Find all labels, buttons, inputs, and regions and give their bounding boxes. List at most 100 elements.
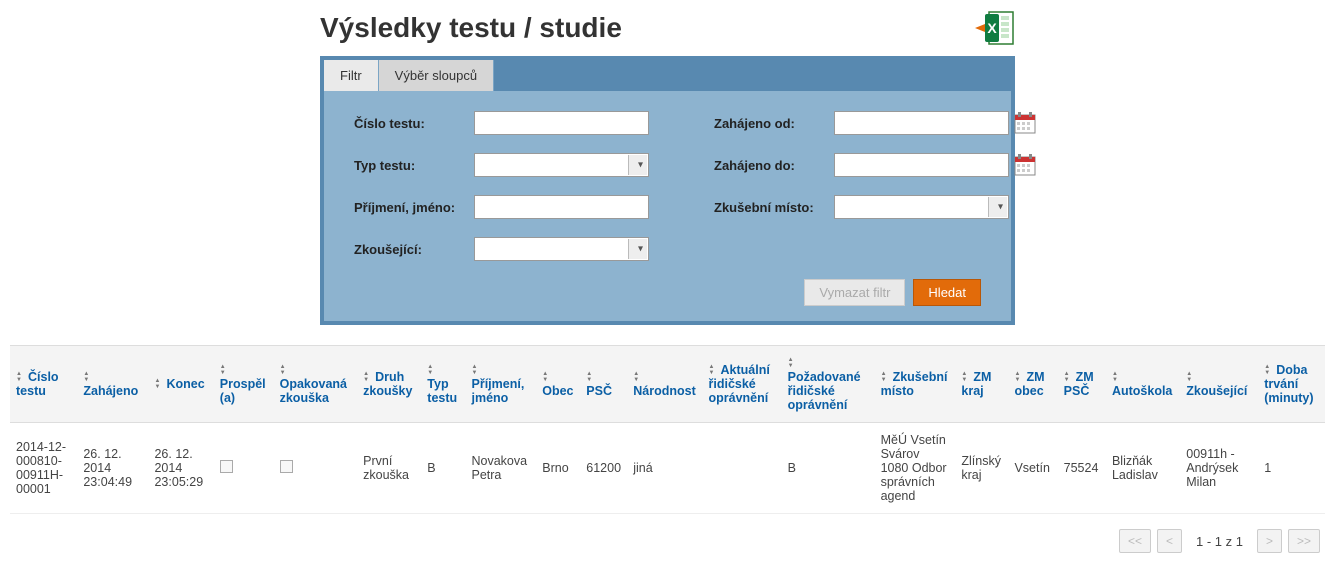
sort-icon[interactable] [154,378,164,390]
sort-icon[interactable] [16,371,26,383]
sort-icon[interactable] [961,371,971,383]
sort-icon[interactable] [709,364,719,376]
sort-icon[interactable] [220,364,230,376]
label-examiner: Zkoušející: [354,242,474,257]
sort-icon[interactable] [1014,371,1024,383]
tab-strip: Filtr Výběr sloupců [324,60,1011,91]
tab-filter[interactable]: Filtr [324,60,379,91]
pager-info: 1 - 1 z 1 [1188,534,1251,549]
sort-icon[interactable] [633,371,643,383]
sort-icon[interactable] [1064,371,1074,383]
pager-first-button[interactable]: << [1119,529,1151,553]
pager-prev-button[interactable]: < [1157,529,1182,553]
column-header[interactable]: ZM PSČ [1058,346,1106,423]
column-header[interactable]: Číslo testu [10,346,77,423]
cell-repeated [274,423,358,514]
sort-icon[interactable] [542,371,552,383]
cell-exam_location: MěÚ Vsetín Svárov 1080 Odbor správních a… [875,423,956,514]
cell-zip: 61200 [580,423,627,514]
cell-passed [214,423,274,514]
cell-test_number: 2014-12-000810-00911H-00001 [10,423,77,514]
pager: << < 1 - 1 z 1 > >> [0,529,1320,553]
pager-next-button[interactable]: > [1257,529,1282,553]
cell-zm_region: Zlínský kraj [955,423,1008,514]
column-header[interactable]: Požadované řidičské oprávnění [782,346,875,423]
column-header[interactable]: ZM obec [1008,346,1057,423]
sort-icon[interactable] [1264,364,1274,376]
column-header[interactable]: Národnost [627,346,702,423]
column-label: Typ testu [427,377,457,405]
sort-icon[interactable] [280,364,290,376]
column-header[interactable]: Doba trvání (minuty) [1258,346,1325,423]
cell-current_licence [703,423,782,514]
column-label: Zkušební místo [881,370,948,398]
column-label: Zkoušející [1186,384,1247,398]
column-label: Prospěl (a) [220,377,266,405]
column-header[interactable]: Prospěl (a) [214,346,274,423]
column-header[interactable]: Zkušební místo [875,346,956,423]
sort-icon[interactable] [363,371,373,383]
column-label: Požadované řidičské oprávnění [788,370,861,412]
clear-filter-button[interactable]: Vymazat filtr [804,279,905,306]
select-test-type[interactable] [474,153,649,177]
table-row: 2014-12-000810-00911H-0000126. 12. 2014 … [10,423,1325,514]
cell-test_type: B [421,423,465,514]
page-title: Výsledky testu / studie [320,12,622,44]
column-header[interactable]: Zahájeno [77,346,148,423]
column-header[interactable]: Druh zkoušky [357,346,421,423]
column-header[interactable]: ZM kraj [955,346,1008,423]
sort-icon[interactable] [881,371,891,383]
input-test-number[interactable] [474,111,649,135]
sort-icon[interactable] [788,357,798,369]
label-started-to: Zahájeno do: [714,158,834,173]
column-header[interactable]: Konec [148,346,213,423]
column-label: Zahájeno [83,384,138,398]
cell-zm_city: Vsetín [1008,423,1057,514]
column-header[interactable]: Obec [536,346,580,423]
cell-ended: 26. 12. 2014 23:05:29 [148,423,213,514]
tab-columns[interactable]: Výběr sloupců [379,60,494,91]
cell-examiner: 00911h - Andrýsek Milan [1180,423,1258,514]
cell-school: Blizňák Ladislav [1106,423,1180,514]
column-label: Obec [542,384,573,398]
column-header[interactable]: Typ testu [421,346,465,423]
input-started-from[interactable] [834,111,1009,135]
svg-text:X: X [987,20,997,36]
column-header[interactable]: Zkoušející [1180,346,1258,423]
calendar-icon[interactable] [1014,112,1036,134]
sort-icon[interactable] [1186,371,1196,383]
pager-last-button[interactable]: >> [1288,529,1320,553]
checkbox-icon [280,460,293,473]
column-label: Autoškola [1112,384,1172,398]
column-label: Příjmení, jméno [472,377,525,405]
cell-requested_licence: B [782,423,875,514]
column-label: PSČ [586,384,612,398]
search-button[interactable]: Hledat [913,279,981,306]
sort-icon[interactable] [472,364,482,376]
column-header[interactable]: Autoškola [1106,346,1180,423]
column-header[interactable]: Příjmení, jméno [466,346,537,423]
column-label: Národnost [633,384,696,398]
calendar-icon[interactable] [1014,154,1036,176]
cell-city: Brno [536,423,580,514]
cell-name: Novakova Petra [466,423,537,514]
label-test-number: Číslo testu: [354,116,474,131]
input-started-to[interactable] [834,153,1009,177]
column-header[interactable]: Opakovaná zkouška [274,346,358,423]
select-exam-location[interactable] [834,195,1009,219]
input-surname-name[interactable] [474,195,649,219]
sort-icon[interactable] [586,371,596,383]
sort-icon[interactable] [1112,371,1122,383]
cell-started: 26. 12. 2014 23:04:49 [77,423,148,514]
column-header[interactable]: Aktuální řidičské oprávnění [703,346,782,423]
cell-duration: 1 [1258,423,1325,514]
sort-icon[interactable] [83,371,93,383]
select-examiner[interactable] [474,237,649,261]
label-started-from: Zahájeno od: [714,116,834,131]
column-header[interactable]: PSČ [580,346,627,423]
cell-zm_zip: 75524 [1058,423,1106,514]
column-label: Konec [166,377,204,391]
column-label: Opakovaná zkouška [280,377,347,405]
export-excel-icon[interactable]: X [975,10,1015,46]
sort-icon[interactable] [427,364,437,376]
